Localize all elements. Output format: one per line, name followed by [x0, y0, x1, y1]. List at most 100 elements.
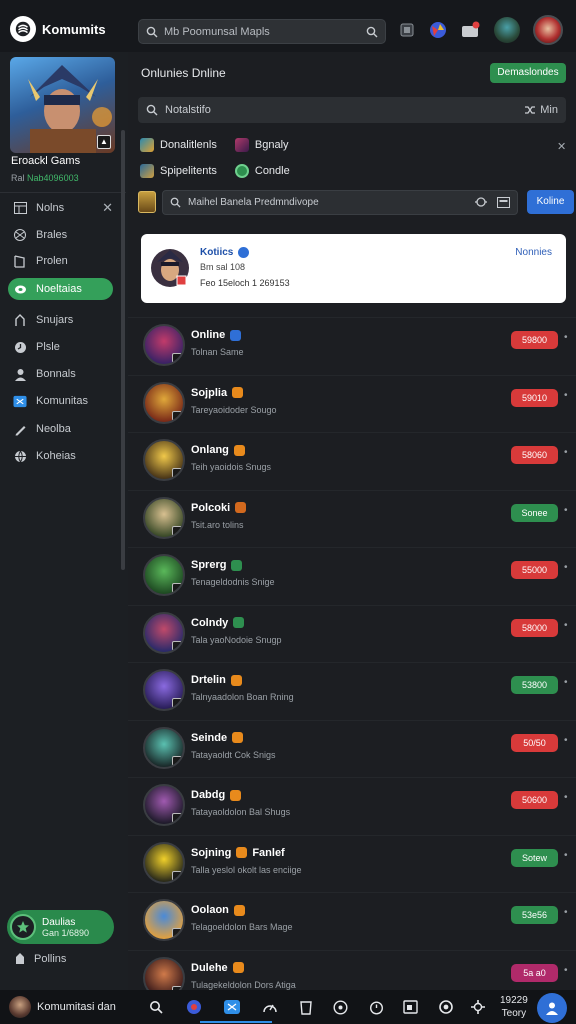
app-avatar-icon	[9, 996, 31, 1018]
close-icon[interactable]: ✕	[102, 200, 113, 216]
sidebar-scrollbar[interactable]	[121, 130, 125, 570]
filter-2-left[interactable]: Spipelitents	[160, 165, 217, 177]
player-score-pill[interactable]: 50/50	[511, 733, 558, 752]
pen-icon	[13, 422, 27, 436]
compass-icon[interactable]	[330, 997, 350, 1017]
profile-card[interactable]: Kotiics Bm sal 108 Feo 15eloch 1 269153 …	[141, 234, 566, 303]
filter-1-right[interactable]: Bgnaly	[255, 139, 289, 151]
player-score-pill[interactable]: 59800	[511, 331, 558, 349]
search-icon	[146, 26, 158, 37]
player-row[interactable]: Drtelin Talnyaadolon Boan Rning 53800 •	[128, 662, 576, 719]
player-row[interactable]: Polcoki Tsit.aro tolins Sonee •	[128, 489, 576, 547]
sidebar-item-nolns[interactable]: Nolns ✕	[8, 197, 113, 219]
player-score-pill[interactable]: 58060	[511, 446, 558, 464]
player-score-pill[interactable]: 58000	[511, 618, 558, 637]
player-score-pill[interactable]: 50600	[511, 791, 558, 809]
more-options-icon[interactable]: •	[564, 677, 568, 688]
player-score-pill[interactable]: 5a a0	[511, 963, 558, 982]
hero-portrait[interactable]: ▲	[10, 57, 115, 153]
clock-date: Teory	[501, 1008, 527, 1019]
map-search-input[interactable]: Maihel Banela Predmndivope	[162, 189, 518, 215]
sidebar-profile-link[interactable]: Pollins	[14, 952, 66, 965]
role-overlay-icon	[172, 525, 182, 536]
player-score-pill[interactable]: Sotew	[511, 848, 558, 867]
leaf-icon	[13, 282, 27, 296]
player-row[interactable]: Sojplia Tareyaoidoder Sougo 59010 •	[128, 374, 576, 432]
more-options-icon[interactable]: •	[564, 735, 568, 746]
app-brand[interactable]: Komumits	[10, 16, 106, 42]
sidebar-item-bonnals[interactable]: Bonnals	[8, 363, 113, 385]
player-row[interactable]: Sprerg Tenageldodnis Snige 55000 •	[128, 547, 576, 604]
map-search-placeholder: Maihel Banela Predmndivope	[188, 196, 319, 208]
player-row[interactable]: Colndy Tala yaoNodoie Snugp 58000 •	[128, 604, 576, 662]
account-icon[interactable]	[537, 993, 567, 1023]
settings-icon[interactable]	[468, 997, 488, 1017]
player-row[interactable]: Onlang Teih yaoidois Snugs 58060 •	[128, 432, 576, 489]
friend-status-pill[interactable]: Daulias Gan 1/6890	[7, 910, 114, 944]
player-row[interactable]: Seinde Tatayaoldt Cok Snigs 50/50 •	[128, 719, 576, 777]
ring-icon[interactable]	[436, 997, 456, 1017]
sidebar-item-noeltaias[interactable]: Noeltaias	[8, 278, 113, 300]
filter-row-2: Spipelitents Condle	[140, 164, 290, 178]
filter-2-right[interactable]: Condle	[255, 165, 290, 177]
player-score-pill[interactable]: Sonee	[511, 503, 558, 522]
sidebar-item-snujars[interactable]: Snujars	[8, 309, 113, 331]
rank-badge-icon	[235, 502, 247, 513]
user-avatar-icon[interactable]	[533, 15, 563, 45]
sidebar-item-komunitas[interactable]: Komunitas	[8, 390, 113, 412]
person-icon	[13, 313, 27, 327]
more-options-icon[interactable]: •	[564, 562, 568, 573]
refresh-icon[interactable]	[475, 196, 487, 208]
filter-close-icon[interactable]: ✕	[557, 140, 566, 153]
more-options-icon[interactable]: •	[564, 620, 568, 631]
more-options-icon[interactable]: •	[564, 390, 568, 401]
player-row[interactable]: Oolaon Telagoeldolon Bars Mage 53e56 •	[128, 892, 576, 949]
more-options-icon[interactable]: •	[564, 332, 568, 343]
taskbar-app[interactable]: Komumitasi dan	[9, 996, 116, 1018]
player-score-pill[interactable]: 53e56	[511, 906, 558, 924]
more-options-icon[interactable]: •	[564, 965, 568, 976]
global-search-input[interactable]: Mb Poomunsal Mapls	[138, 19, 386, 44]
more-options-icon[interactable]: •	[564, 447, 568, 458]
player-subtitle: Tolnan Same	[191, 347, 244, 357]
layout-icon[interactable]	[497, 196, 510, 208]
more-options-icon[interactable]: •	[564, 792, 568, 803]
more-options-icon[interactable]: •	[564, 850, 568, 861]
filter-1-left[interactable]: Donalitlenls	[160, 139, 217, 151]
cup-icon[interactable]	[296, 997, 316, 1017]
more-options-icon[interactable]: •	[564, 907, 568, 918]
filter-toggle[interactable]: Min	[524, 104, 558, 116]
action-button[interactable]: Demaslondes	[490, 63, 566, 83]
timer-icon[interactable]	[366, 997, 386, 1017]
sidebar-item-plsle[interactable]: Plsle	[8, 336, 113, 358]
player-score-pill[interactable]: 55000	[511, 561, 558, 579]
profile-link[interactable]: Nonnies	[515, 247, 552, 258]
player-row[interactable]: Sojning Fanlef Talla yeslol okolt las enci…	[128, 834, 576, 892]
player-row[interactable]: Online Tolnan Same 59800 •	[128, 317, 576, 374]
player-avatar-icon	[143, 726, 185, 769]
player-subtitle: Tareyaoidoder Sougo	[191, 404, 277, 415]
player-score-pill[interactable]: 59010	[511, 388, 558, 407]
search-submit-icon[interactable]	[366, 26, 378, 38]
player-subtitle: Tsit.aro tolins	[191, 519, 244, 530]
sidebar-item-neolba[interactable]: Neolba	[8, 418, 113, 440]
friend-avatar-icon[interactable]	[494, 17, 520, 43]
bookmark-icon[interactable]	[396, 19, 418, 41]
user-icon	[13, 367, 27, 381]
player-search-input[interactable]: Notalstifo Min	[138, 97, 566, 123]
sidebar-item-brales[interactable]: Brales	[8, 224, 113, 246]
more-options-icon[interactable]: •	[564, 505, 568, 516]
notification-icon[interactable]	[459, 19, 481, 41]
player-row[interactable]: Dabdg Tatayaoldolon Bal Shugs 50600 •	[128, 777, 576, 834]
game-icon[interactable]	[184, 997, 204, 1017]
sidebar-item-koheias[interactable]: Koheias	[8, 445, 113, 467]
window-icon[interactable]	[400, 997, 420, 1017]
sidebar-item-prolen[interactable]: Prolen	[8, 250, 113, 272]
search-icon[interactable]	[146, 997, 166, 1017]
apply-map-button[interactable]: Koline	[527, 190, 574, 214]
hero-id: Nab4096003	[27, 173, 79, 183]
community-icon[interactable]	[200, 997, 272, 1023]
game-icon[interactable]	[427, 19, 449, 41]
speedometer-icon[interactable]	[260, 997, 280, 1017]
player-score-pill[interactable]: 53800	[511, 676, 558, 694]
